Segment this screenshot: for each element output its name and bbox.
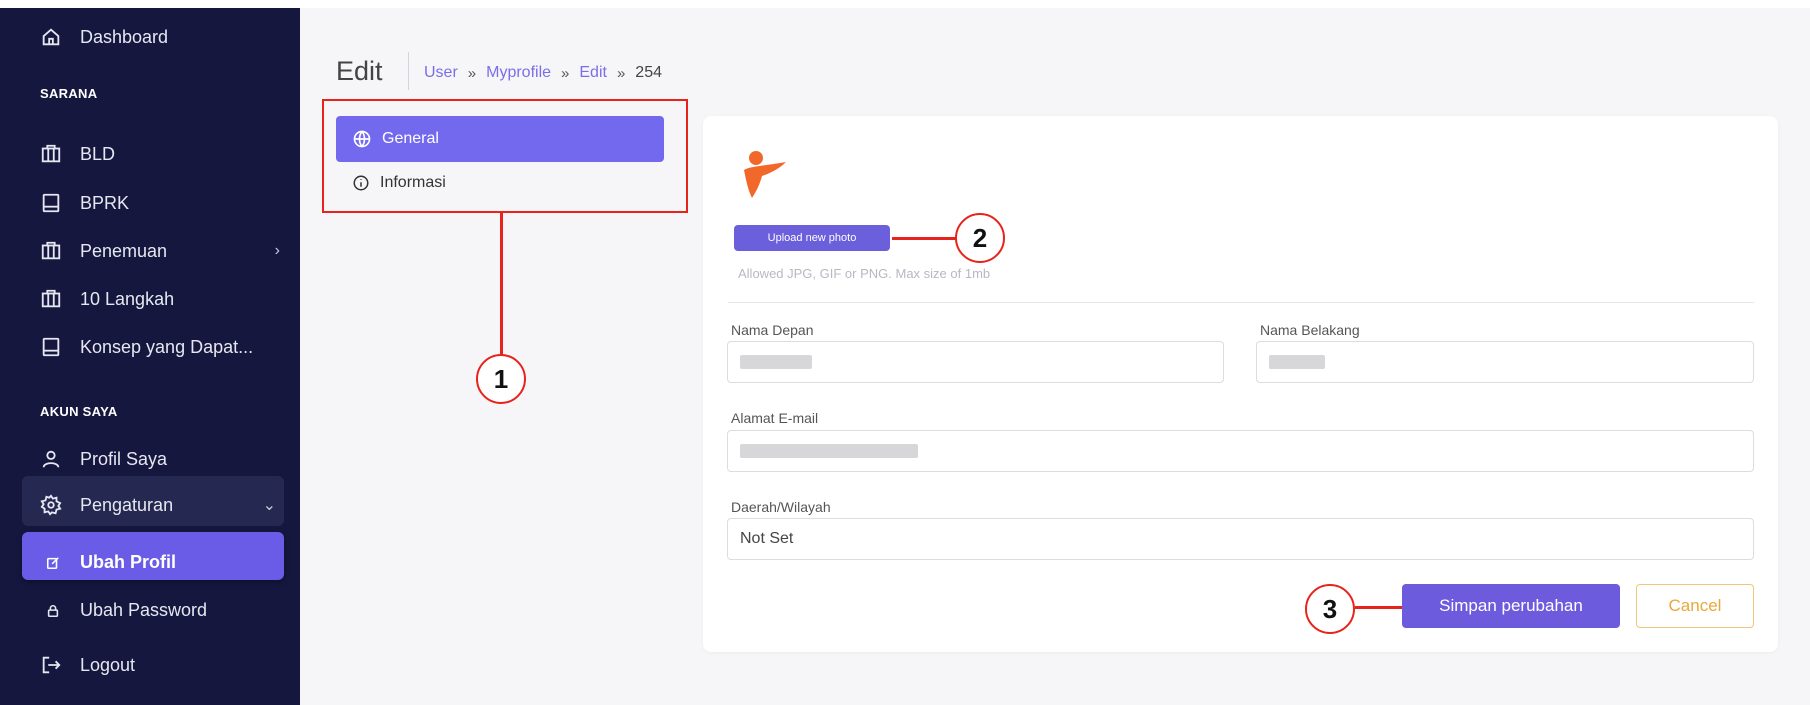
sidebar-item-label: Konsep yang Dapat... — [80, 336, 254, 357]
email-field[interactable] — [727, 430, 1754, 472]
book-icon — [40, 192, 62, 214]
annotation-line — [1355, 606, 1402, 609]
sidebar-item-dashboard[interactable]: Dashboard — [40, 26, 168, 48]
sidebar-item-label: 10 Langkah — [80, 288, 175, 309]
sidebar-item-pengaturan[interactable]: Pengaturan ⌄ — [40, 494, 276, 516]
sidebar-item-bld[interactable]: BLD — [40, 143, 115, 165]
breadcrumb-user[interactable]: User — [424, 64, 458, 82]
section-title-sarana: SARANA — [40, 86, 98, 101]
lock-icon — [46, 604, 60, 618]
sidebar-item-label: Pengaturan — [80, 494, 174, 515]
breadcrumb-myprofile[interactable]: Myprofile — [486, 64, 551, 82]
sidebar-item-label: Profil Saya — [80, 448, 168, 469]
upload-photo-button[interactable]: Upload new photo — [734, 225, 890, 251]
columns-icon — [40, 240, 62, 262]
email-label: Alamat E-mail — [731, 410, 819, 426]
annotation-marker-2: 2 — [955, 213, 1005, 263]
sidebar-item-label: Ubah Password — [80, 600, 208, 620]
redacted-value — [1269, 355, 1325, 369]
sidebar-item-bprk[interactable]: BPRK — [40, 192, 129, 214]
gear-icon — [40, 494, 62, 516]
sidebar-item-konsep[interactable]: Konsep yang Dapat... — [40, 336, 253, 358]
book-icon — [40, 336, 62, 358]
redacted-value — [740, 355, 812, 369]
sidebar-item-profil-saya[interactable]: Profil Saya — [40, 448, 167, 470]
chevron-down-icon: ⌄ — [262, 497, 276, 514]
logout-icon — [40, 654, 62, 676]
nama-belakang-field[interactable] — [1256, 341, 1754, 383]
title-divider — [408, 52, 409, 90]
divider — [728, 302, 1754, 303]
sidebar-item-label: BLD — [80, 143, 116, 164]
section-title-akun-saya: AKUN SAYA — [40, 404, 118, 419]
columns-icon — [40, 143, 62, 165]
annotation-marker-3: 3 — [1305, 584, 1355, 634]
nama-depan-label: Nama Depan — [731, 322, 814, 338]
sidebar-item-label: Dashboard — [80, 26, 169, 47]
breadcrumb-separator: » — [467, 64, 477, 82]
brand-logo — [744, 151, 786, 198]
cancel-button[interactable]: Cancel — [1636, 584, 1754, 628]
page-title: Edit — [336, 56, 383, 86]
breadcrumb-separator: » — [616, 64, 626, 82]
daerah-label: Daerah/Wilayah — [731, 499, 831, 515]
upload-hint: Allowed JPG, GIF or PNG. Max size of 1mb — [738, 266, 991, 281]
sidebar-item-ubah-profil[interactable]: Ubah Profil — [46, 552, 176, 573]
sidebar-item-label: Penemuan — [80, 240, 168, 261]
annotation-line — [500, 213, 503, 355]
sidebar-item-penemuan[interactable]: Penemuan › — [40, 240, 280, 262]
sidebar-item-label: Ubah Profil — [80, 552, 177, 572]
redacted-value — [740, 444, 918, 458]
sidebar-item-ubah-password[interactable]: Ubah Password — [46, 600, 207, 621]
columns-icon — [40, 288, 62, 310]
user-icon — [40, 448, 62, 470]
edit-icon — [46, 556, 60, 570]
nama-depan-field[interactable] — [727, 341, 1224, 383]
profile-card — [703, 116, 1778, 652]
annotation-box-tabs — [322, 99, 688, 213]
chevron-right-icon: › — [274, 242, 280, 259]
breadcrumb-edit[interactable]: Edit — [579, 64, 607, 82]
daerah-field[interactable]: Not Set — [727, 518, 1754, 560]
sidebar-item-label: BPRK — [80, 192, 130, 213]
sidebar-item-logout[interactable]: Logout — [40, 654, 135, 676]
breadcrumb-current: 254 — [635, 64, 662, 81]
sidebar-item-label: Logout — [80, 654, 136, 675]
save-button[interactable]: Simpan perubahan — [1402, 584, 1620, 628]
annotation-line — [892, 237, 956, 240]
breadcrumb: User » Myprofile » Edit » 254 — [424, 64, 662, 82]
home-icon — [40, 26, 62, 48]
sidebar-item-10-langkah[interactable]: 10 Langkah — [40, 288, 174, 310]
breadcrumb-separator: » — [561, 64, 570, 82]
annotation-marker-1: 1 — [476, 354, 526, 404]
nama-belakang-label: Nama Belakang — [1260, 322, 1360, 338]
